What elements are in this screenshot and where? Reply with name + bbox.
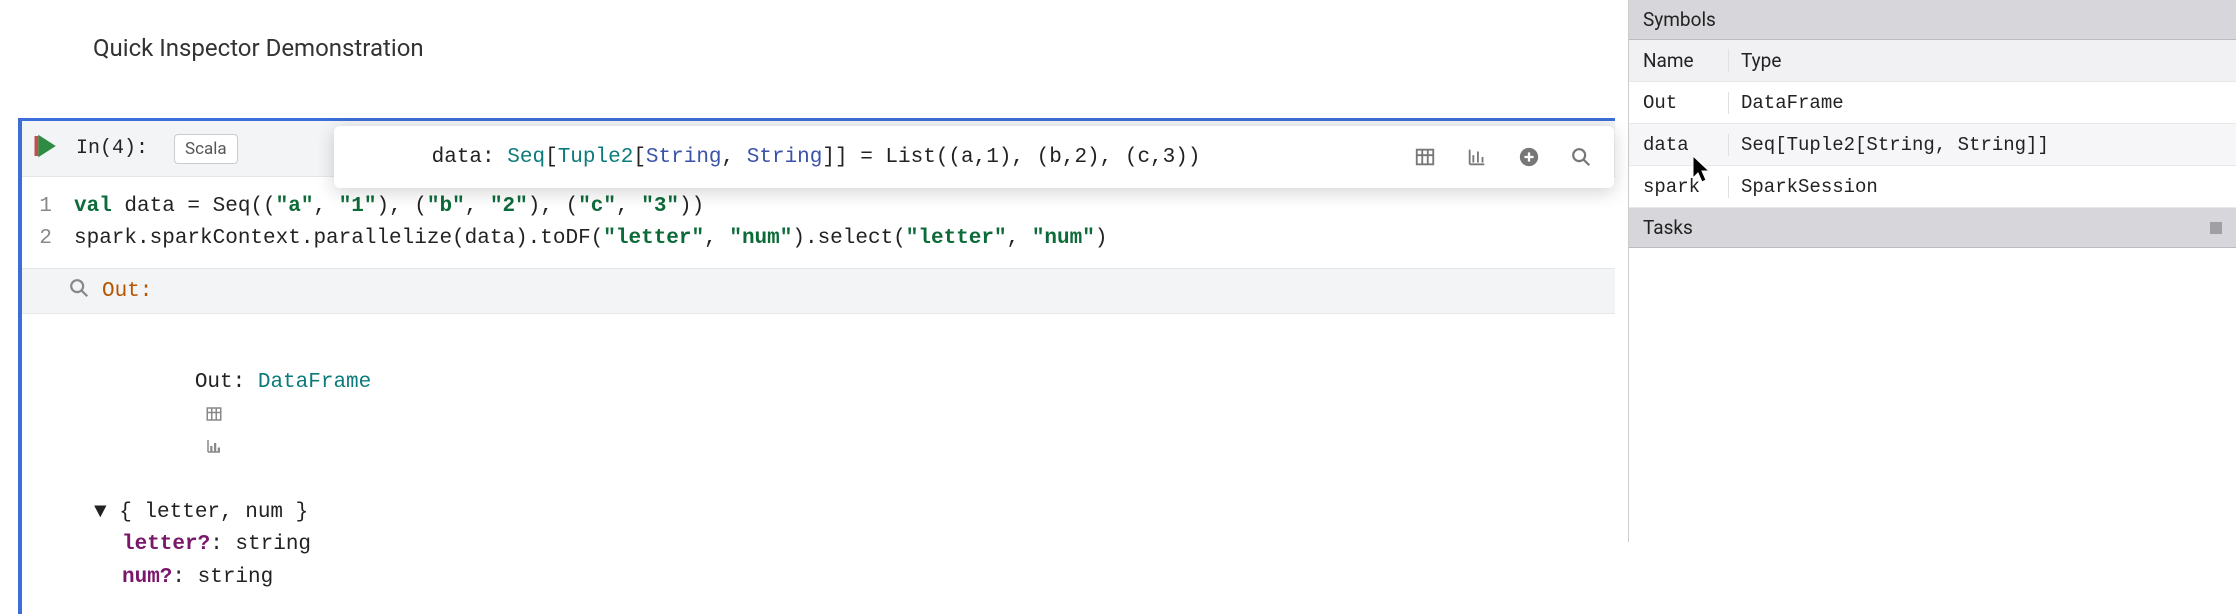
inspector-popover: data: Seq[Tuple2[String, String]] = List… (334, 126, 1614, 188)
symbols-panel-header[interactable]: Symbols (1629, 0, 2236, 40)
symbol-name: data (1629, 134, 1729, 156)
col-type-header: Type (1729, 49, 2236, 72)
line-number: 2 (22, 223, 74, 255)
sidebar: Symbols Name Type OutDataFramedataSeq[Tu… (1628, 0, 2236, 542)
output-body: Out: DataFrame ▼ { letter, num } letter?… (22, 314, 1615, 614)
popover-actions (1414, 146, 1592, 168)
stop-icon[interactable] (2210, 222, 2222, 234)
output-result-line: Out: DataFrame (94, 334, 1615, 497)
line-number: 1 (22, 191, 74, 223)
symbols-table-header: Name Type (1629, 40, 2236, 82)
output-header[interactable]: Out: (22, 268, 1615, 314)
inspector-expression: data: Seq[Tuple2[String, String]] = List… (356, 123, 1200, 192)
tasks-title: Tasks (1643, 216, 1693, 239)
tasks-panel-header[interactable]: Tasks (1629, 208, 2236, 248)
notebook-cell: In(4): Scala 1val data = Seq(("a", "1"),… (18, 118, 1615, 614)
table-icon[interactable] (205, 405, 223, 423)
chart-icon[interactable] (205, 437, 223, 455)
symbols-title: Symbols (1643, 8, 1716, 31)
col-name-header: Name (1629, 49, 1729, 72)
search-icon[interactable] (68, 277, 90, 305)
symbol-row-out[interactable]: OutDataFrame (1629, 82, 2236, 124)
symbol-row-spark[interactable]: sparkSparkSession (1629, 166, 2236, 208)
popover-var: data (432, 146, 482, 169)
code-content[interactable]: spark.sparkContext.parallelize(data).toD… (74, 223, 1107, 255)
in-label: In(4): (76, 137, 148, 160)
main-pane: Quick Inspector Demonstration In(4): Sca… (0, 0, 1615, 542)
symbol-name: spark (1629, 176, 1729, 198)
symbol-type: DataFrame (1729, 92, 2236, 114)
search-icon[interactable] (1570, 146, 1592, 168)
schema-field: letter?: string (94, 529, 1615, 562)
symbol-name: Out (1629, 92, 1729, 114)
symbol-row-data[interactable]: dataSeq[Tuple2[String, String]] (1629, 124, 2236, 166)
language-badge[interactable]: Scala (174, 134, 238, 164)
chart-icon[interactable] (1466, 146, 1488, 168)
out-label: Out: (102, 280, 152, 303)
run-icon[interactable] (32, 131, 62, 166)
schema-field: num?: string (94, 562, 1615, 595)
code-line[interactable]: 1val data = Seq(("a", "1"), ("b", "2"), … (22, 191, 1615, 223)
page-title: Quick Inspector Demonstration (0, 0, 1615, 62)
code-content[interactable]: val data = Seq(("a", "1"), ("b", "2"), (… (74, 191, 704, 223)
symbol-type: Seq[Tuple2[String, String]] (1729, 134, 2236, 156)
out-prefix: Out: (195, 371, 258, 394)
symbols-table: Name Type OutDataFramedataSeq[Tuple2[Str… (1629, 40, 2236, 208)
symbol-type: SparkSession (1729, 176, 2236, 198)
out-type: DataFrame (258, 371, 371, 394)
code-line[interactable]: 2spark.sparkContext.parallelize(data).to… (22, 223, 1615, 255)
schema-header[interactable]: ▼ { letter, num } (94, 497, 1615, 530)
plus-icon[interactable] (1518, 146, 1540, 168)
table-icon[interactable] (1414, 146, 1436, 168)
